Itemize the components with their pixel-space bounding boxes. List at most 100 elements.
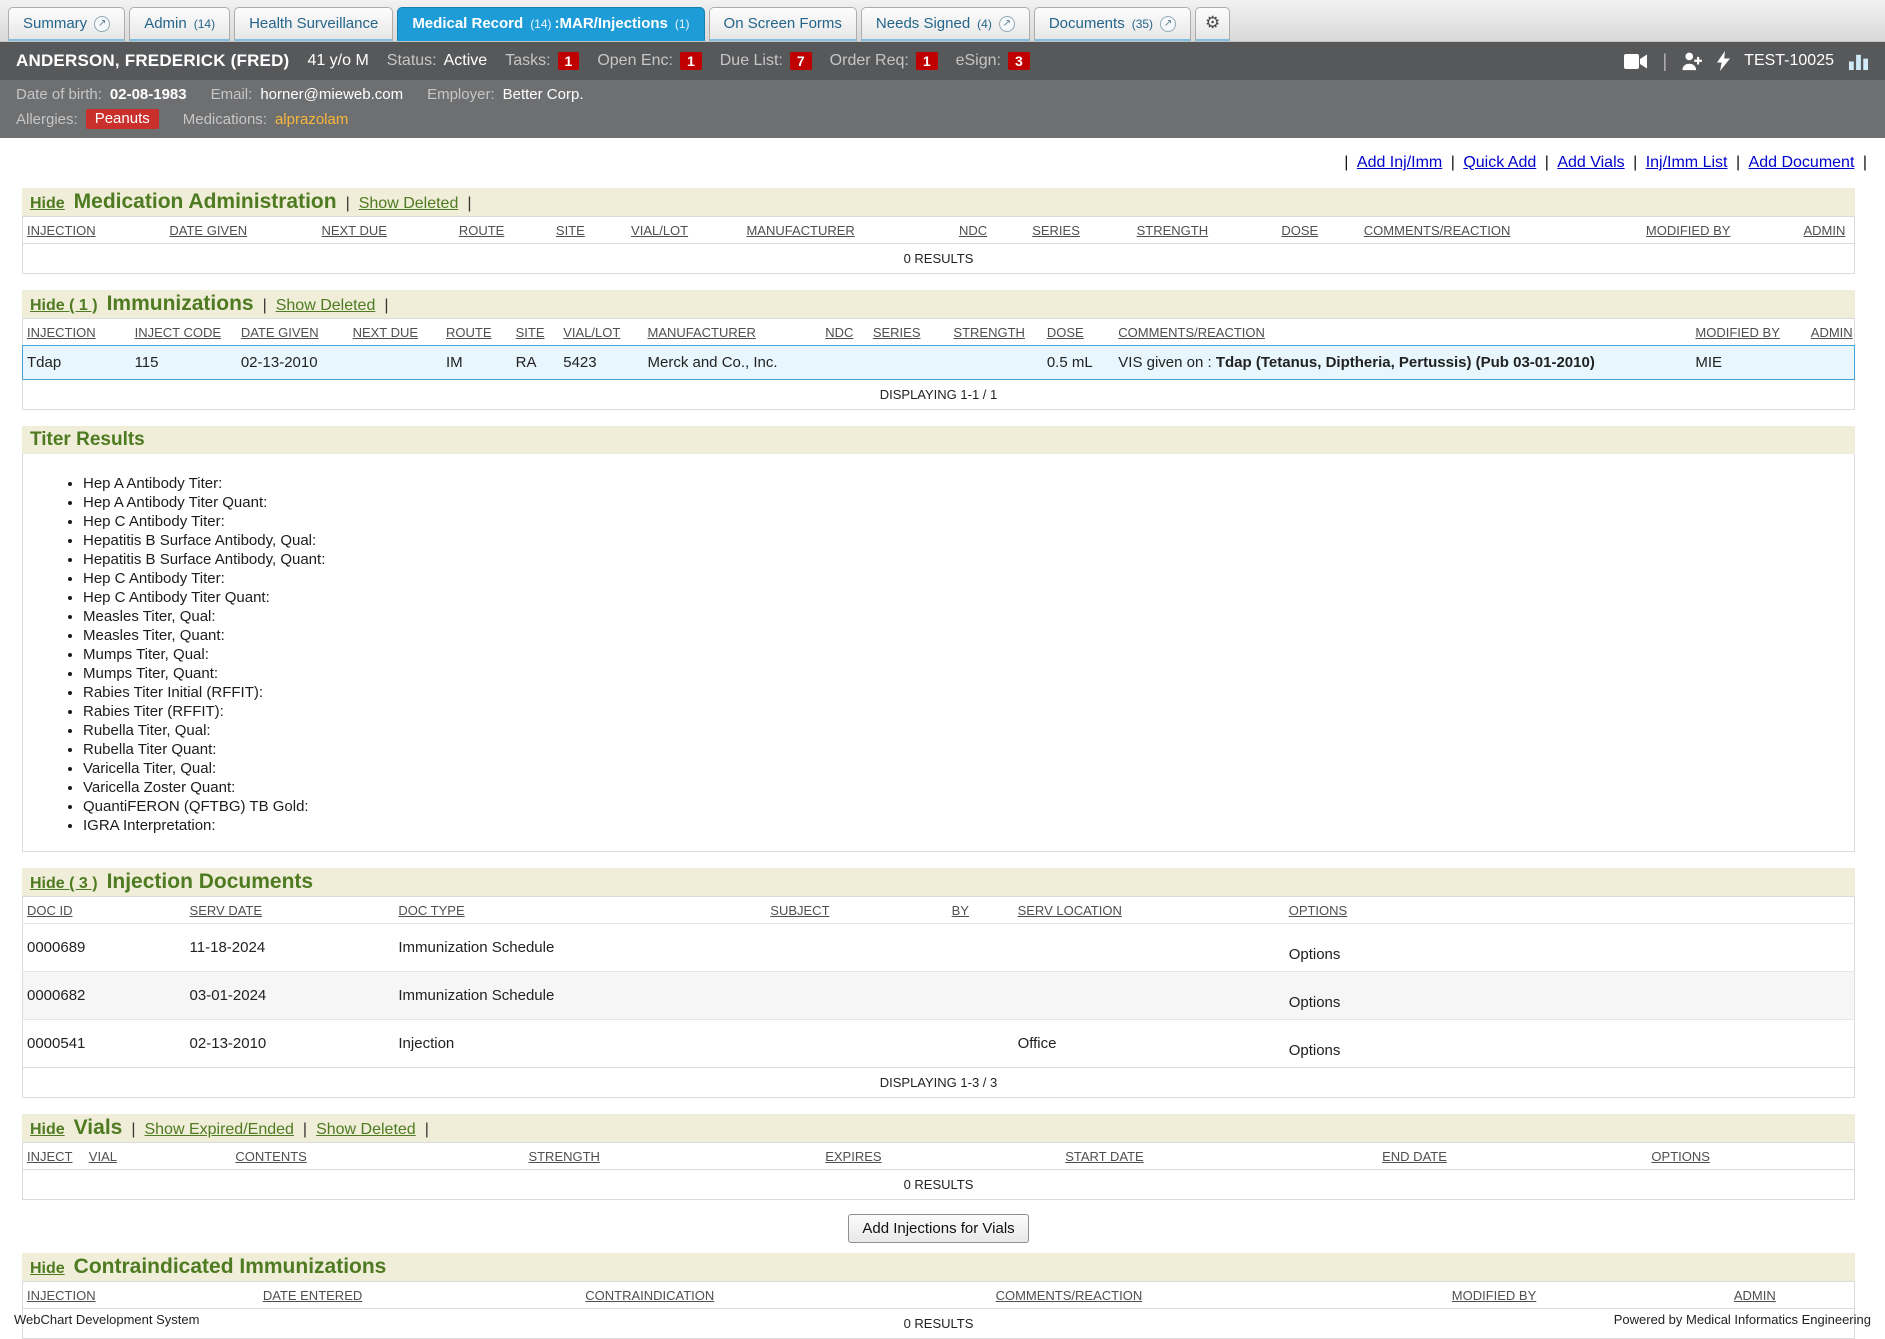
col-header[interactable]: CONTENTS [235,1149,307,1164]
esign-count-badge[interactable]: 3 [1008,52,1030,70]
col-header[interactable]: MODIFIED BY [1695,325,1780,340]
immunization-row[interactable]: Tdap 115 02-13-2010 IM RA 5423 Merck and… [23,346,1855,380]
col-header[interactable]: DOSE [1047,325,1084,340]
options-menu[interactable]: Options [1289,946,1341,963]
col-header[interactable]: NDC [825,325,853,340]
tab-on-screen-forms[interactable]: On Screen Forms [709,7,857,41]
col-header[interactable]: SUBJECT [770,903,829,918]
col-header[interactable]: STRENGTH [953,325,1025,340]
col-header[interactable]: COMMENTS/REACTION [996,1288,1143,1303]
tab-medical-record-mar-injections[interactable]: Medical Record (14) :MAR/Injections (1) [397,7,704,41]
settings-gear-button[interactable]: ⚙ [1195,7,1230,41]
col-header[interactable]: OPTIONS [1651,1149,1710,1164]
col-header[interactable]: MANUFACTURER [746,223,854,238]
col-header[interactable]: MODIFIED BY [1452,1288,1537,1303]
tab-count: (1) [675,17,690,31]
document-row[interactable]: 0000689 11-18-2024 Immunization Schedule… [23,924,1855,972]
col-header[interactable]: STRENGTH [1137,223,1209,238]
col-header[interactable]: ADMIN [1803,223,1845,238]
show-expired-link[interactable]: Show Expired/Ended [144,1121,293,1139]
col-header[interactable]: ADMIN [1811,325,1853,340]
add-user-icon[interactable] [1681,51,1703,71]
add-injections-for-vials-button[interactable]: Add Injections for Vials [848,1214,1028,1243]
col-header[interactable]: ROUTE [459,223,505,238]
col-header[interactable]: DOC TYPE [398,903,464,918]
popout-icon[interactable]: ↗ [999,16,1015,32]
tab-label: Health Surveillance [249,15,378,32]
tab-needs-signed[interactable]: Needs Signed (4) ↗ [861,7,1030,41]
col-header[interactable]: INJECT CODE [135,325,221,340]
col-header[interactable]: STRENGTH [528,1149,600,1164]
col-header[interactable]: DOSE [1281,223,1318,238]
col-header[interactable]: SERV LOCATION [1018,903,1122,918]
col-header[interactable]: DATE GIVEN [169,223,247,238]
hide-link[interactable]: Hide ( 3 ) [30,875,98,893]
col-header[interactable]: CONTRAINDICATION [585,1288,714,1303]
col-header[interactable]: END DATE [1382,1149,1447,1164]
col-header[interactable]: ROUTE [446,325,492,340]
due-list-count-badge[interactable]: 7 [790,52,812,70]
col-header[interactable]: MANUFACTURER [648,325,756,340]
col-header[interactable]: BY [952,903,969,918]
col-header[interactable]: DATE ENTERED [263,1288,362,1303]
vials-table: INJECT VIAL CONTENTS STRENGTH EXPIRES ST… [22,1142,1855,1200]
col-header[interactable]: INJECT [27,1149,73,1164]
col-header[interactable]: SERIES [1032,223,1080,238]
col-header[interactable]: NEXT DUE [321,223,387,238]
section-header: Hide Contraindicated Immunizations [22,1253,1855,1281]
options-menu[interactable]: Options [1289,1042,1341,1059]
document-row[interactable]: 0000682 03-01-2024 Immunization Schedule… [23,972,1855,1020]
hide-link[interactable]: Hide [30,195,65,213]
hide-link[interactable]: Hide ( 1 ) [30,297,98,315]
show-deleted-link[interactable]: Show Deleted [276,297,376,315]
col-header[interactable]: NEXT DUE [353,325,419,340]
chart-icon[interactable] [1848,51,1869,71]
tasks-count-badge[interactable]: 1 [558,52,580,70]
quick-add-link[interactable]: Quick Add [1463,154,1536,171]
popout-icon[interactable]: ↗ [94,16,110,32]
col-header[interactable]: COMMENTS/REACTION [1118,325,1265,340]
col-header[interactable]: COMMENTS/REACTION [1364,223,1511,238]
col-header[interactable]: INJECTION [27,325,96,340]
allergy-badge[interactable]: Peanuts [86,109,159,129]
video-camera-icon[interactable] [1624,53,1648,70]
col-header[interactable]: ADMIN [1734,1288,1776,1303]
dob-label: Date of birth: [16,86,102,103]
col-header[interactable]: START DATE [1065,1149,1144,1164]
col-header[interactable]: SITE [516,325,545,340]
inj-imm-list-link[interactable]: Inj/Imm List [1646,154,1728,171]
col-header[interactable]: NDC [959,223,987,238]
col-header[interactable]: EXPIRES [825,1149,881,1164]
col-header[interactable]: DOC ID [27,903,73,918]
lightning-icon[interactable] [1717,51,1730,71]
col-header[interactable]: INJECTION [27,223,96,238]
popout-icon[interactable]: ↗ [1160,16,1176,32]
tab-admin[interactable]: Admin (14) [129,7,230,41]
hide-link[interactable]: Hide [30,1260,65,1278]
col-header[interactable]: SERIES [873,325,921,340]
col-header[interactable]: SERV DATE [190,903,262,918]
tab-documents[interactable]: Documents (35) ↗ [1034,7,1191,41]
col-header[interactable]: SITE [556,223,585,238]
show-deleted-link[interactable]: Show Deleted [316,1121,416,1139]
show-deleted-link[interactable]: Show Deleted [359,195,459,213]
add-document-link[interactable]: Add Document [1749,154,1855,171]
col-header[interactable]: INJECTION [27,1288,96,1303]
hide-link[interactable]: Hide [30,1121,65,1139]
add-inj-imm-link[interactable]: Add Inj/Imm [1357,154,1442,171]
titer-item: Hep C Antibody Titer Quant: [83,588,1842,607]
col-header[interactable]: OPTIONS [1289,903,1348,918]
tab-health-surveillance[interactable]: Health Surveillance [234,7,393,41]
document-row[interactable]: 0000541 02-13-2010 Injection Office Opti… [23,1020,1855,1068]
col-header[interactable]: MODIFIED BY [1646,223,1731,238]
cell-doc-type: Injection [394,1020,766,1068]
col-header[interactable]: VIAL/LOT [563,325,620,340]
col-header[interactable]: VIAL [89,1149,117,1164]
order-req-count-badge[interactable]: 1 [916,52,938,70]
tab-summary[interactable]: Summary ↗ [8,7,125,41]
add-vials-link[interactable]: Add Vials [1557,154,1624,171]
open-enc-count-badge[interactable]: 1 [680,52,702,70]
col-header[interactable]: VIAL/LOT [631,223,688,238]
col-header[interactable]: DATE GIVEN [241,325,319,340]
options-menu[interactable]: Options [1289,994,1341,1011]
